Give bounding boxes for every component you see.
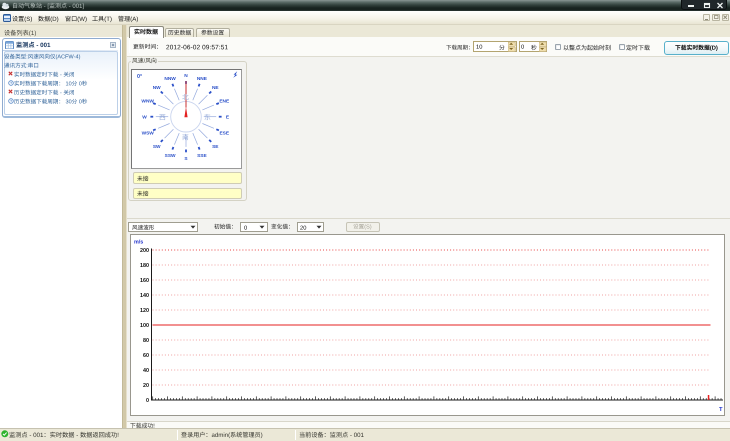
svg-text:160: 160 [140, 278, 149, 284]
svg-text:60: 60 [143, 353, 149, 359]
svg-text:NNW: NNW [164, 76, 176, 82]
svg-text:140: 140 [140, 293, 149, 299]
svg-text:E: E [226, 115, 230, 121]
svg-text:NE: NE [212, 85, 219, 91]
svg-text:SSE: SSE [197, 153, 207, 159]
svg-text:WSW: WSW [142, 131, 155, 137]
svg-text:NNE: NNE [197, 76, 208, 82]
svg-text:120: 120 [140, 308, 149, 314]
svg-text:100: 100 [140, 323, 149, 329]
svg-text:20: 20 [143, 383, 149, 389]
svg-text:NW: NW [153, 85, 161, 91]
svg-text:S: S [184, 156, 188, 162]
svg-text:ENE: ENE [219, 99, 230, 105]
svg-text:SE: SE [212, 144, 219, 150]
svg-text:WNW: WNW [141, 99, 154, 105]
svg-text:SW: SW [153, 144, 161, 150]
svg-text:200: 200 [140, 248, 149, 254]
svg-text:SSW: SSW [165, 153, 176, 159]
svg-text:0: 0 [146, 398, 149, 404]
svg-text:ESE: ESE [219, 131, 229, 137]
svg-text:m/s: m/s [134, 240, 143, 246]
svg-text:T: T [719, 407, 723, 413]
svg-text:0°: 0° [137, 74, 142, 80]
svg-text:N: N [184, 73, 188, 79]
svg-text:80: 80 [143, 338, 149, 344]
svg-text:180: 180 [140, 263, 149, 269]
svg-text:40: 40 [143, 368, 149, 374]
svg-text:W: W [142, 115, 147, 121]
